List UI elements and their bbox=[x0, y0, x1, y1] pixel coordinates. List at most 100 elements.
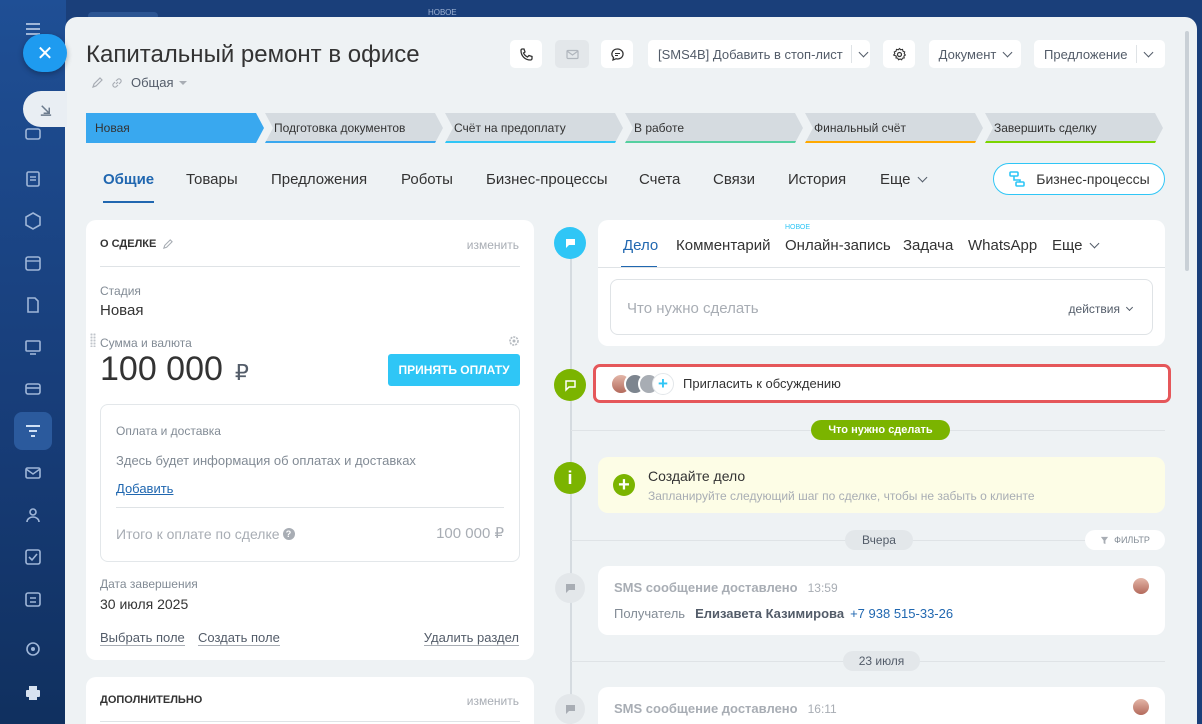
printer-icon[interactable] bbox=[22, 682, 44, 704]
close-slider-button[interactable]: ✕ bbox=[23, 34, 67, 72]
tab-business-processes[interactable]: Бизнес-процессы bbox=[486, 171, 608, 188]
tab-whatsapp[interactable]: WhatsApp bbox=[968, 237, 1037, 254]
funnel-icon bbox=[1101, 536, 1109, 544]
grid-icon[interactable] bbox=[22, 588, 44, 610]
check-icon[interactable] bbox=[22, 546, 44, 568]
sms-time: 13:59 bbox=[807, 581, 838, 595]
invite-discussion-bar[interactable]: + Пригласить к обсуждению bbox=[593, 364, 1171, 403]
task-input-placeholder: Что нужно сделать bbox=[627, 300, 759, 317]
plus-icon: + bbox=[613, 474, 635, 496]
tab-history[interactable]: История bbox=[788, 171, 846, 188]
settings-icon[interactable] bbox=[22, 638, 44, 660]
help-icon[interactable]: ? bbox=[282, 528, 295, 540]
task-input[interactable]: Что нужно сделать действия bbox=[610, 279, 1153, 335]
document-select[interactable]: Документ bbox=[929, 40, 1021, 68]
message-button[interactable] bbox=[601, 40, 633, 68]
actions-select[interactable]: действия bbox=[1069, 302, 1134, 316]
mail-icon[interactable] bbox=[22, 462, 44, 484]
tab-comment[interactable]: Комментарий bbox=[676, 237, 770, 254]
link-icon[interactable] bbox=[111, 77, 123, 89]
hexagon-icon[interactable] bbox=[22, 210, 44, 232]
document-icon[interactable] bbox=[22, 168, 44, 190]
divider bbox=[1135, 45, 1137, 63]
call-button[interactable] bbox=[510, 40, 542, 68]
settings-button[interactable] bbox=[883, 40, 915, 68]
avatar bbox=[1131, 576, 1151, 596]
filter-icon[interactable] bbox=[22, 420, 44, 442]
timeline-info-dot: i bbox=[554, 462, 586, 494]
document-label: Документ bbox=[938, 46, 997, 62]
calendar-icon[interactable] bbox=[22, 252, 44, 274]
email-button[interactable] bbox=[555, 40, 589, 68]
create-task-hint: Запланируйте следующий шаг по сделке, чт… bbox=[648, 489, 1035, 503]
add-payment-link[interactable]: Добавить bbox=[116, 481, 173, 496]
tab-robots[interactable]: Роботы bbox=[401, 171, 453, 188]
tab-links[interactable]: Связи bbox=[713, 171, 755, 188]
activity-editor-card: НОВОЕ Дело Комментарий Онлайн-запись Зад… bbox=[598, 220, 1165, 346]
recipient-name[interactable]: Елизавета Казимирова bbox=[695, 606, 844, 621]
tab-invoices[interactable]: Счета bbox=[639, 171, 680, 188]
tab-general[interactable]: Общие bbox=[103, 171, 155, 203]
drag-handle[interactable] bbox=[90, 333, 96, 347]
pencil-icon[interactable] bbox=[162, 238, 174, 250]
users-icon[interactable] bbox=[22, 504, 44, 526]
filter-button[interactable]: ФИЛЬТР bbox=[1085, 530, 1165, 550]
gear-icon[interactable] bbox=[508, 335, 520, 347]
business-processes-button[interactable]: Бизнес-процессы bbox=[993, 163, 1165, 195]
create-field-link[interactable]: Создать поле bbox=[198, 630, 280, 646]
new-badge: НОВОЕ bbox=[785, 224, 811, 231]
pencil-icon[interactable] bbox=[91, 76, 103, 89]
timeline-sms-dot-2 bbox=[555, 694, 585, 724]
stage-new[interactable]: Новая bbox=[86, 113, 264, 143]
minimize-slider-button[interactable] bbox=[23, 91, 67, 127]
avatar-stack: + bbox=[610, 372, 674, 395]
chat-icon[interactable] bbox=[22, 124, 44, 146]
recipient-phone[interactable]: +7 938 515-33-26 bbox=[850, 606, 953, 621]
sms-time: 16:11 bbox=[807, 702, 837, 716]
file-icon[interactable] bbox=[22, 294, 44, 316]
extra-edit-link[interactable]: изменить bbox=[467, 694, 519, 708]
tab-products[interactable]: Товары bbox=[186, 171, 238, 188]
add-participant-icon[interactable]: + bbox=[652, 372, 674, 395]
stage-docs[interactable]: Подготовка документов bbox=[265, 113, 443, 143]
divider bbox=[116, 507, 504, 508]
scrollbar[interactable] bbox=[1185, 31, 1189, 271]
tab-online-booking[interactable]: Онлайн-запись bbox=[785, 237, 891, 254]
close-date-label: Дата завершения bbox=[100, 577, 198, 591]
arrow-down-right-icon bbox=[40, 104, 51, 116]
choose-field-link[interactable]: Выбрать поле bbox=[100, 630, 185, 646]
deal-edit-link[interactable]: изменить bbox=[467, 238, 519, 252]
stage-in-work[interactable]: В работе bbox=[625, 113, 803, 143]
stage-label: Завершить сделку bbox=[994, 121, 1097, 135]
tab-more[interactable]: Еще bbox=[880, 171, 927, 188]
page-title: Капитальный ремонт в офисе bbox=[86, 41, 420, 68]
flow-icon bbox=[1009, 171, 1026, 187]
category-label: Общая bbox=[131, 75, 174, 90]
proposal-select[interactable]: Предложение bbox=[1034, 40, 1165, 68]
tab-task[interactable]: Задача bbox=[903, 237, 953, 254]
create-task-card[interactable]: + Создайте дело Запланируйте следующий ш… bbox=[598, 457, 1165, 513]
date-badge-july-23: 23 июля bbox=[843, 651, 920, 671]
accept-payment-button[interactable]: ПРИНЯТЬ ОПЛАТУ bbox=[388, 354, 520, 386]
category-select[interactable]: Общая bbox=[131, 75, 187, 90]
sms-icon bbox=[565, 704, 575, 714]
tab-task-deal[interactable]: Дело bbox=[623, 237, 658, 254]
sms-event-card-2[interactable]: SMS сообщение доставлено 16:11 bbox=[598, 687, 1165, 724]
stage-close-deal[interactable]: Завершить сделку bbox=[985, 113, 1163, 143]
recipient-row: Получатель Елизавета Казимирова +7 938 5… bbox=[614, 606, 953, 621]
sms-event-card[interactable]: SMS сообщение доставлено 13:59 Получател… bbox=[598, 566, 1165, 635]
sms-action-select[interactable]: [SMS4B] Добавить в стоп-лист bbox=[648, 40, 870, 68]
card-icon[interactable] bbox=[22, 378, 44, 400]
deal-section-title: О СДЕЛКЕ bbox=[100, 238, 174, 250]
stage-prepay[interactable]: Счёт на предоплату bbox=[445, 113, 623, 143]
amount-field-label: Сумма и валюта bbox=[100, 336, 192, 350]
tab-proposals[interactable]: Предложения bbox=[271, 171, 367, 188]
stage-final-invoice[interactable]: Финальный счёт bbox=[805, 113, 983, 143]
delete-section-link[interactable]: Удалить раздел bbox=[423, 630, 519, 646]
invite-label: Пригласить к обсуждению bbox=[683, 376, 841, 391]
board-icon[interactable] bbox=[22, 336, 44, 358]
tab-more[interactable]: Еще bbox=[1052, 237, 1099, 254]
chevron-down-icon bbox=[858, 47, 869, 57]
stage-label: Счёт на предоплату bbox=[454, 121, 566, 135]
stage-field-value: Новая bbox=[100, 302, 144, 319]
